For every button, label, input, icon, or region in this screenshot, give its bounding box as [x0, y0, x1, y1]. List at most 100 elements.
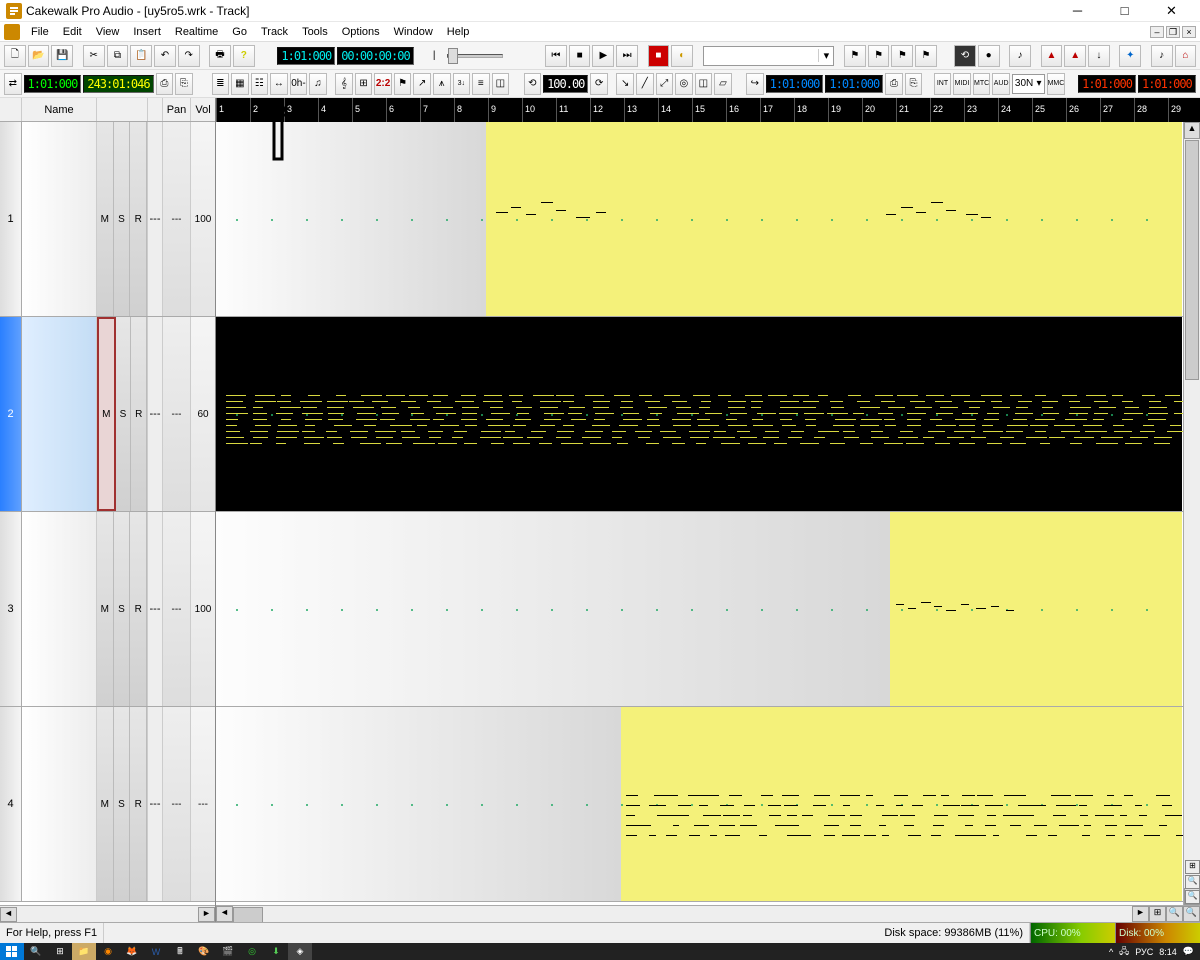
offset-button[interactable]: 0h- [290, 73, 308, 95]
taskview-button[interactable]: ⊞ [48, 943, 72, 960]
col-port[interactable] [148, 98, 163, 121]
time-display[interactable]: 00:00:00:00 [337, 47, 413, 65]
track-row[interactable]: 4MSR--------- [0, 707, 215, 902]
ffwd-button[interactable]: ⏭ [616, 45, 638, 67]
track-pan[interactable]: --- [163, 512, 191, 706]
view-lyrics-button[interactable]: 𝄞 [335, 73, 353, 95]
start-button[interactable] [0, 943, 24, 960]
marker-next-button[interactable]: ⚑ [891, 45, 913, 67]
scroll-up-button[interactable]: ▲ [1184, 122, 1200, 139]
track-vol[interactable]: 100 [191, 512, 215, 706]
zoom-in-v-button[interactable]: 🔍 [1185, 875, 1200, 889]
sync-mtc-button[interactable]: MTC [973, 73, 991, 95]
close-button[interactable]: ✕ [1149, 1, 1194, 21]
snap-button[interactable]: ↘ [616, 73, 634, 95]
solo-b-button[interactable]: ▲ [1064, 45, 1086, 67]
set-thru-button[interactable]: ⎘ [175, 73, 193, 95]
zoom-grid-button[interactable]: ⊞ [1185, 860, 1200, 874]
zoom-out-h-button[interactable]: 🔍 [1183, 906, 1200, 922]
mdi-restore-button[interactable]: ❐ [1166, 26, 1180, 38]
print-button[interactable]: 🖶 [209, 45, 231, 67]
horizontal-scrollbar[interactable]: ◄ ► ⊞ 🔍 🔍 [216, 905, 1200, 922]
col-number[interactable] [0, 98, 22, 121]
menu-options[interactable]: Options [335, 26, 387, 38]
sync-aud-button[interactable]: AUD [992, 73, 1010, 95]
sel-from-display[interactable]: 1:01:000 [1078, 75, 1136, 93]
maximize-button[interactable]: □ [1102, 1, 1147, 21]
track-vol[interactable]: 60 [191, 317, 215, 511]
scroll-right-button[interactable]: ► [1132, 906, 1149, 922]
sync-midi-button[interactable]: MIDI [953, 73, 971, 95]
mute-button[interactable]: M [97, 317, 116, 511]
position-slider[interactable] [447, 54, 503, 58]
mute-button[interactable]: M [97, 707, 114, 901]
tray-network-icon[interactable]: 🖧 [1119, 944, 1129, 960]
track-row[interactable]: 3MSR------100 [0, 512, 215, 707]
track-port[interactable]: --- [148, 707, 163, 901]
tempo-down-button[interactable]: ↓ [1088, 45, 1110, 67]
arm-button[interactable]: R [130, 122, 147, 316]
track-name-cell[interactable] [22, 707, 97, 901]
col-name[interactable]: Name [22, 98, 97, 121]
paste-button[interactable]: 📋 [130, 45, 152, 67]
taskbar-app-icon[interactable]: ◎ [240, 943, 264, 960]
track-port[interactable]: --- [148, 317, 163, 511]
view-staff-button[interactable]: ♫ [309, 73, 327, 95]
erase-tool-button[interactable]: ▱ [714, 73, 732, 95]
menu-window[interactable]: Window [387, 26, 440, 38]
solo-button[interactable]: S [114, 707, 131, 901]
track-number[interactable]: 1 [0, 122, 22, 316]
auto-punch-button[interactable]: ◐ [671, 45, 693, 67]
view-console-button[interactable]: ≡ [472, 73, 490, 95]
col-vol[interactable]: Vol [191, 98, 215, 121]
view-video-button[interactable]: ⊞ [355, 73, 373, 95]
meter-button[interactable]: 2:2 [374, 73, 392, 95]
view-tempo-button[interactable]: ↗ [413, 73, 431, 95]
menu-help[interactable]: Help [440, 26, 477, 38]
taskbar-app-icon[interactable]: 🖩 [168, 943, 192, 960]
taskbar-app-icon[interactable]: 🎨 [192, 943, 216, 960]
open-button[interactable]: 📂 [28, 45, 50, 67]
position-display[interactable]: 1:01:000 [277, 47, 335, 65]
taskbar-app-icon[interactable]: ◉ [96, 943, 120, 960]
zoom-grid-h-button[interactable]: ⊞ [1149, 906, 1166, 922]
rewind-button[interactable]: ⏮ [545, 45, 567, 67]
track-row[interactable]: 2MSR------60 [0, 317, 215, 512]
mdi-close-button[interactable]: × [1182, 26, 1196, 38]
hscroll-thumb[interactable] [233, 907, 263, 922]
solo-button[interactable]: S [116, 317, 132, 511]
set-punch-out-button[interactable]: ⎘ [905, 73, 923, 95]
menu-insert[interactable]: Insert [126, 26, 168, 38]
tray-expand-icon[interactable]: ^ [1109, 947, 1113, 957]
clips-area[interactable] [216, 122, 1200, 922]
play-button[interactable]: ▶ [592, 45, 614, 67]
record-button[interactable]: ■ [648, 45, 670, 67]
view-sysx-button[interactable]: ⩚ [433, 73, 451, 95]
save-button[interactable]: 💾 [51, 45, 73, 67]
menu-go[interactable]: Go [225, 26, 254, 38]
clip-row[interactable] [216, 122, 1200, 317]
marker-button[interactable]: ⚑ [868, 45, 890, 67]
track-vol[interactable]: 100 [191, 122, 215, 316]
view-markers-button[interactable]: ⚑ [394, 73, 412, 95]
track-number[interactable]: 4 [0, 707, 22, 901]
scroll-right-button[interactable]: ► [198, 907, 215, 922]
mmc-button[interactable]: MMC [1047, 73, 1066, 95]
marker-prev-button[interactable]: ⚑ [844, 45, 866, 67]
vertical-scrollbar[interactable]: ▲ ▼ [1183, 122, 1200, 905]
menu-realtime[interactable]: Realtime [168, 26, 225, 38]
stop-button[interactable]: ■ [569, 45, 591, 67]
solo-button[interactable]: S [114, 122, 131, 316]
zoom-in-h-button[interactable]: 🔍 [1166, 906, 1183, 922]
draw-line-button[interactable]: ╱ [636, 73, 654, 95]
instrument-combo[interactable]: ▾ [703, 46, 835, 66]
taskbar-app-icon[interactable]: ◈ [288, 943, 312, 960]
mute-button[interactable]: M [97, 512, 114, 706]
solo-button[interactable]: S [114, 512, 131, 706]
search-button[interactable]: 🔍 [24, 943, 48, 960]
arm-button[interactable]: R [130, 707, 147, 901]
arm-button[interactable]: R [130, 512, 147, 706]
menu-tools[interactable]: Tools [295, 26, 335, 38]
loop-toggle-button[interactable]: ⇄ [4, 73, 22, 95]
tempo-display[interactable]: 100.00 [543, 75, 588, 93]
